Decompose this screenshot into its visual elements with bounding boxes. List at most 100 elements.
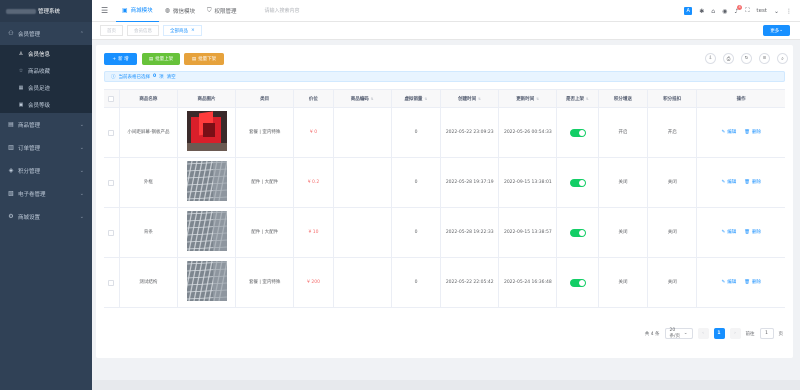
goto-page-input[interactable]: 1	[759, 328, 774, 339]
column-header[interactable]: 更新时间 ⇅	[499, 90, 558, 107]
cell-points-gift: 关闭	[599, 208, 649, 257]
cell-code	[334, 108, 392, 157]
more-dots-icon[interactable]: ⋮	[786, 8, 792, 15]
tag-label: 会员信息	[134, 28, 152, 34]
table-row[interactable]: 测试结构 套餐 | 室内特殊 ¥ 200 0 2022-05-22 22:05:42 20…	[104, 258, 785, 308]
sidebar-item-1[interactable]: ♙ 会员信息	[0, 45, 92, 62]
on-shelf-toggle[interactable]	[569, 228, 586, 237]
column-header-label: 操作	[736, 96, 746, 102]
sidebar-item-8[interactable]: ▧ 电子卷管理 ⌄	[0, 182, 92, 205]
user-name[interactable]: test	[756, 8, 767, 14]
refresh-icon[interactable]: ↻	[741, 53, 752, 64]
cell-actions: ✎ 编辑 🗑 删除	[697, 208, 785, 257]
sidebar-item-label: 电子卷管理	[18, 191, 46, 198]
column-header-label: 类目	[260, 96, 270, 102]
column-header[interactable]: 是否上架 ⇅	[557, 90, 599, 107]
table-row[interactable]: 外框 配件 | 大配件 ¥ 0.2 0 2022-05-28 19:37:19 2022-…	[104, 158, 785, 208]
app-logo[interactable]: 管理系统	[0, 0, 92, 22]
column-header[interactable]: 创建时间 ⇅	[441, 90, 500, 107]
sort-icon[interactable]: ⇅	[536, 97, 539, 101]
search-icon[interactable]: ⌕	[777, 53, 788, 64]
hamburger-icon[interactable]: ☰	[101, 6, 109, 15]
sidebar-item-7[interactable]: ◈ 积分管理 ⌄	[0, 159, 92, 182]
more-button[interactable]: 更多 ⌄	[763, 25, 790, 36]
chevron-down-icon[interactable]: ⌄	[774, 8, 779, 15]
print-icon[interactable]: ⎙	[723, 53, 734, 64]
close-icon[interactable]: ×	[191, 28, 195, 33]
sidebar-item-9[interactable]: ⚙ 商城设置 ⌄	[0, 205, 92, 228]
product-image[interactable]	[177, 160, 228, 204]
bell-icon[interactable]: ♪ 4	[734, 4, 743, 15]
edit-button[interactable]: ✎ 编辑	[721, 179, 736, 186]
prev-page-button[interactable]: ‹	[697, 328, 709, 339]
row-checkbox[interactable]	[108, 229, 115, 236]
columns-icon[interactable]: ≡	[759, 53, 770, 64]
size-toggle-icon[interactable]: A	[684, 7, 693, 15]
column-header-label: 价位	[308, 96, 318, 102]
chevron-down-icon: ⌄	[79, 121, 84, 128]
on-shelf-toggle[interactable]	[569, 128, 586, 137]
main-card: + 新 增 ▤ 批量上架 ▤ 批量下架 ⇩ ⎙ ↻ ≡ ⌕ ⓘ 当前表格已选择 0 项…	[96, 45, 793, 358]
app-title: 管理系统	[38, 9, 61, 15]
top-tab-0[interactable]: ▣ 商城模块	[116, 0, 159, 22]
sort-icon[interactable]: ⇅	[586, 97, 589, 101]
delete-button[interactable]: 🗑 删除	[744, 279, 761, 286]
tag-label: 首页	[107, 28, 116, 34]
row-checkbox[interactable]	[108, 279, 115, 286]
on-shelf-toggle[interactable]	[569, 278, 586, 287]
coupon-icon: ▧	[8, 190, 14, 197]
product-image[interactable]	[177, 260, 228, 304]
edit-button[interactable]: ✎ 编辑	[721, 129, 736, 136]
fullscreen-icon[interactable]: ⛶	[745, 7, 749, 15]
row-checkbox[interactable]	[108, 179, 115, 186]
table-row[interactable]: 小间距屏幕-钢板产品 套餐 | 室内特殊 ¥ 0 0 2022-05-22 23:09:…	[104, 108, 785, 158]
header-search-input[interactable]: 请输入搜索内容	[264, 7, 299, 14]
sort-icon[interactable]: ⇅	[371, 97, 374, 101]
tag-2[interactable]: 全部商品 ×	[163, 25, 202, 36]
sidebar-item-0[interactable]: ⚇ 会员管理 ⌃	[0, 22, 92, 45]
product-image[interactable]	[186, 111, 227, 154]
batch-shelve-button[interactable]: ▤ 批量上架	[142, 53, 180, 65]
alert-count: 0	[153, 74, 157, 79]
tag-1[interactable]: 会员信息	[127, 25, 159, 36]
page-number[interactable]: 1	[713, 328, 725, 339]
cell-points-gift: 关闭	[599, 258, 649, 307]
on-shelf-toggle[interactable]	[569, 178, 586, 187]
sort-icon[interactable]: ⇅	[424, 97, 427, 101]
delete-button[interactable]: 🗑 删除	[744, 229, 761, 236]
tag-0[interactable]: 首页	[100, 25, 123, 36]
batch-shelve-label: 批量上架	[155, 57, 174, 62]
column-header: 积分增送	[599, 90, 648, 107]
delete-button[interactable]: 🗑 删除	[744, 179, 761, 186]
sidebar-item-6[interactable]: ▥ 订单管理 ⌄	[0, 136, 92, 159]
next-page-button[interactable]: ›	[729, 328, 741, 339]
column-header[interactable]: 商品编码 ⇅	[334, 90, 392, 107]
sort-icon[interactable]: ⇅	[478, 97, 481, 101]
alert-clear-link[interactable]: 清空	[167, 74, 176, 80]
bug-icon[interactable]: ✱	[699, 8, 704, 15]
sidebar-item-3[interactable]: ▦ 会员足迹	[0, 79, 92, 96]
sidebar-item-5[interactable]: ▤ 商品管理 ⌄	[0, 113, 92, 136]
column-header[interactable]: 虚拟销量 ⇅	[392, 90, 442, 107]
sidebar-item-label: 积分管理	[18, 168, 41, 175]
batch-unshelve-button[interactable]: ▤ 批量下架	[184, 53, 224, 65]
edit-icon: ✎	[721, 230, 726, 235]
edit-button[interactable]: ✎ 编辑	[721, 229, 736, 236]
page-size-select[interactable]: 20条/页 ⌄	[664, 328, 693, 339]
top-tab-1[interactable]: ◍ 微信模块	[159, 0, 201, 22]
product-image[interactable]	[177, 210, 228, 254]
eye-icon[interactable]: ◉	[722, 8, 727, 15]
sidebar-item-2[interactable]: ☆ 商品收藏	[0, 62, 92, 79]
top-tab-2[interactable]: ⛉ 权限管理	[201, 0, 243, 22]
add-button[interactable]: + 新 增	[104, 53, 137, 65]
select-all-checkbox[interactable]	[108, 95, 115, 102]
table-row[interactable]: 背条 配件 | 大配件 ¥ 10 0 2022-05-28 19:22:33 2022-0…	[104, 208, 785, 258]
delete-button[interactable]: 🗑 删除	[744, 129, 761, 136]
edit-button[interactable]: ✎ 编辑	[721, 279, 736, 286]
cell-image	[177, 208, 237, 257]
export-icon[interactable]: ⇩	[705, 53, 716, 64]
sidebar-item-4[interactable]: ▣ 会员等级	[0, 96, 92, 113]
alert-unit: 项	[159, 74, 164, 80]
row-checkbox[interactable]	[108, 129, 115, 136]
lock-icon[interactable]: ⌂	[711, 8, 715, 15]
